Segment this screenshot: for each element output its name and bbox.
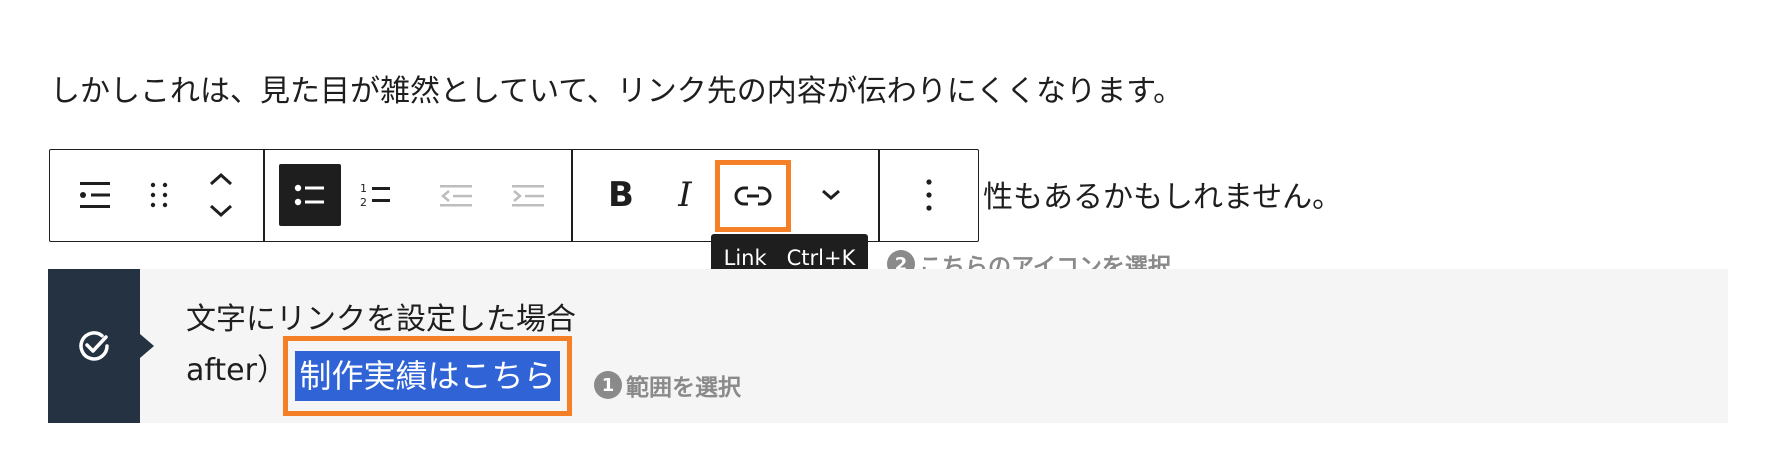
block-toolbar: 1 2 B I [49, 149, 979, 242]
move-up-down-button[interactable] [190, 164, 252, 226]
outdent-icon [440, 185, 472, 207]
italic-label: I [678, 175, 692, 215]
indent-button[interactable] [497, 164, 559, 226]
chevron-down-icon [822, 189, 840, 200]
more-vertical-icon [926, 179, 932, 211]
drag-handle-icon [150, 182, 168, 208]
tooltip-label: Link [723, 245, 767, 270]
chevron-up-down-icon [209, 172, 233, 218]
after-prefix: after） [186, 353, 287, 388]
callout-icon-panel [48, 269, 140, 423]
svg-text:1: 1 [360, 182, 367, 195]
drag-handle[interactable] [128, 164, 190, 226]
outdent-button[interactable] [425, 164, 487, 226]
toolbar-separator [571, 150, 573, 241]
toolbar-separator [878, 150, 880, 241]
tooltip-shortcut: Ctrl+K [786, 245, 856, 270]
unordered-list-button[interactable] [279, 164, 341, 226]
callout-line: after） [186, 349, 287, 393]
link-icon [734, 186, 772, 206]
svg-text:2: 2 [360, 196, 367, 209]
ordered-list-icon: 1 2 [360, 182, 390, 209]
annotation-step-1: 1 範囲を選択 [594, 368, 741, 402]
block-type-button[interactable] [64, 164, 126, 226]
more-rich-text-button[interactable] [800, 164, 862, 226]
options-button[interactable] [898, 164, 960, 226]
paragraph-text: しかしこれは、見た目が雑然としていて、リンク先の内容が伝わりにくくなります。 [50, 74, 1184, 109]
italic-button[interactable]: I [654, 164, 716, 226]
bold-button[interactable]: B [590, 164, 652, 226]
bold-label: B [608, 175, 634, 215]
selected-text-highlight[interactable]: 制作実績はこちら [283, 336, 572, 416]
toolbar-separator [263, 150, 265, 241]
selected-text[interactable]: 制作実績はこちら [295, 351, 560, 401]
annotation-text: 範囲を選択 [626, 375, 741, 401]
link-button[interactable] [715, 160, 791, 232]
unordered-list-icon [294, 184, 324, 206]
check-circle-icon [79, 331, 109, 361]
list-block-icon [80, 182, 110, 208]
step-number-badge: 1 [594, 371, 622, 399]
indent-icon [512, 185, 544, 207]
paragraph-text-partial: 性もあるかもしれません。 [983, 180, 1343, 215]
callout-arrow [140, 334, 154, 358]
ordered-list-button[interactable]: 1 2 [345, 164, 407, 226]
